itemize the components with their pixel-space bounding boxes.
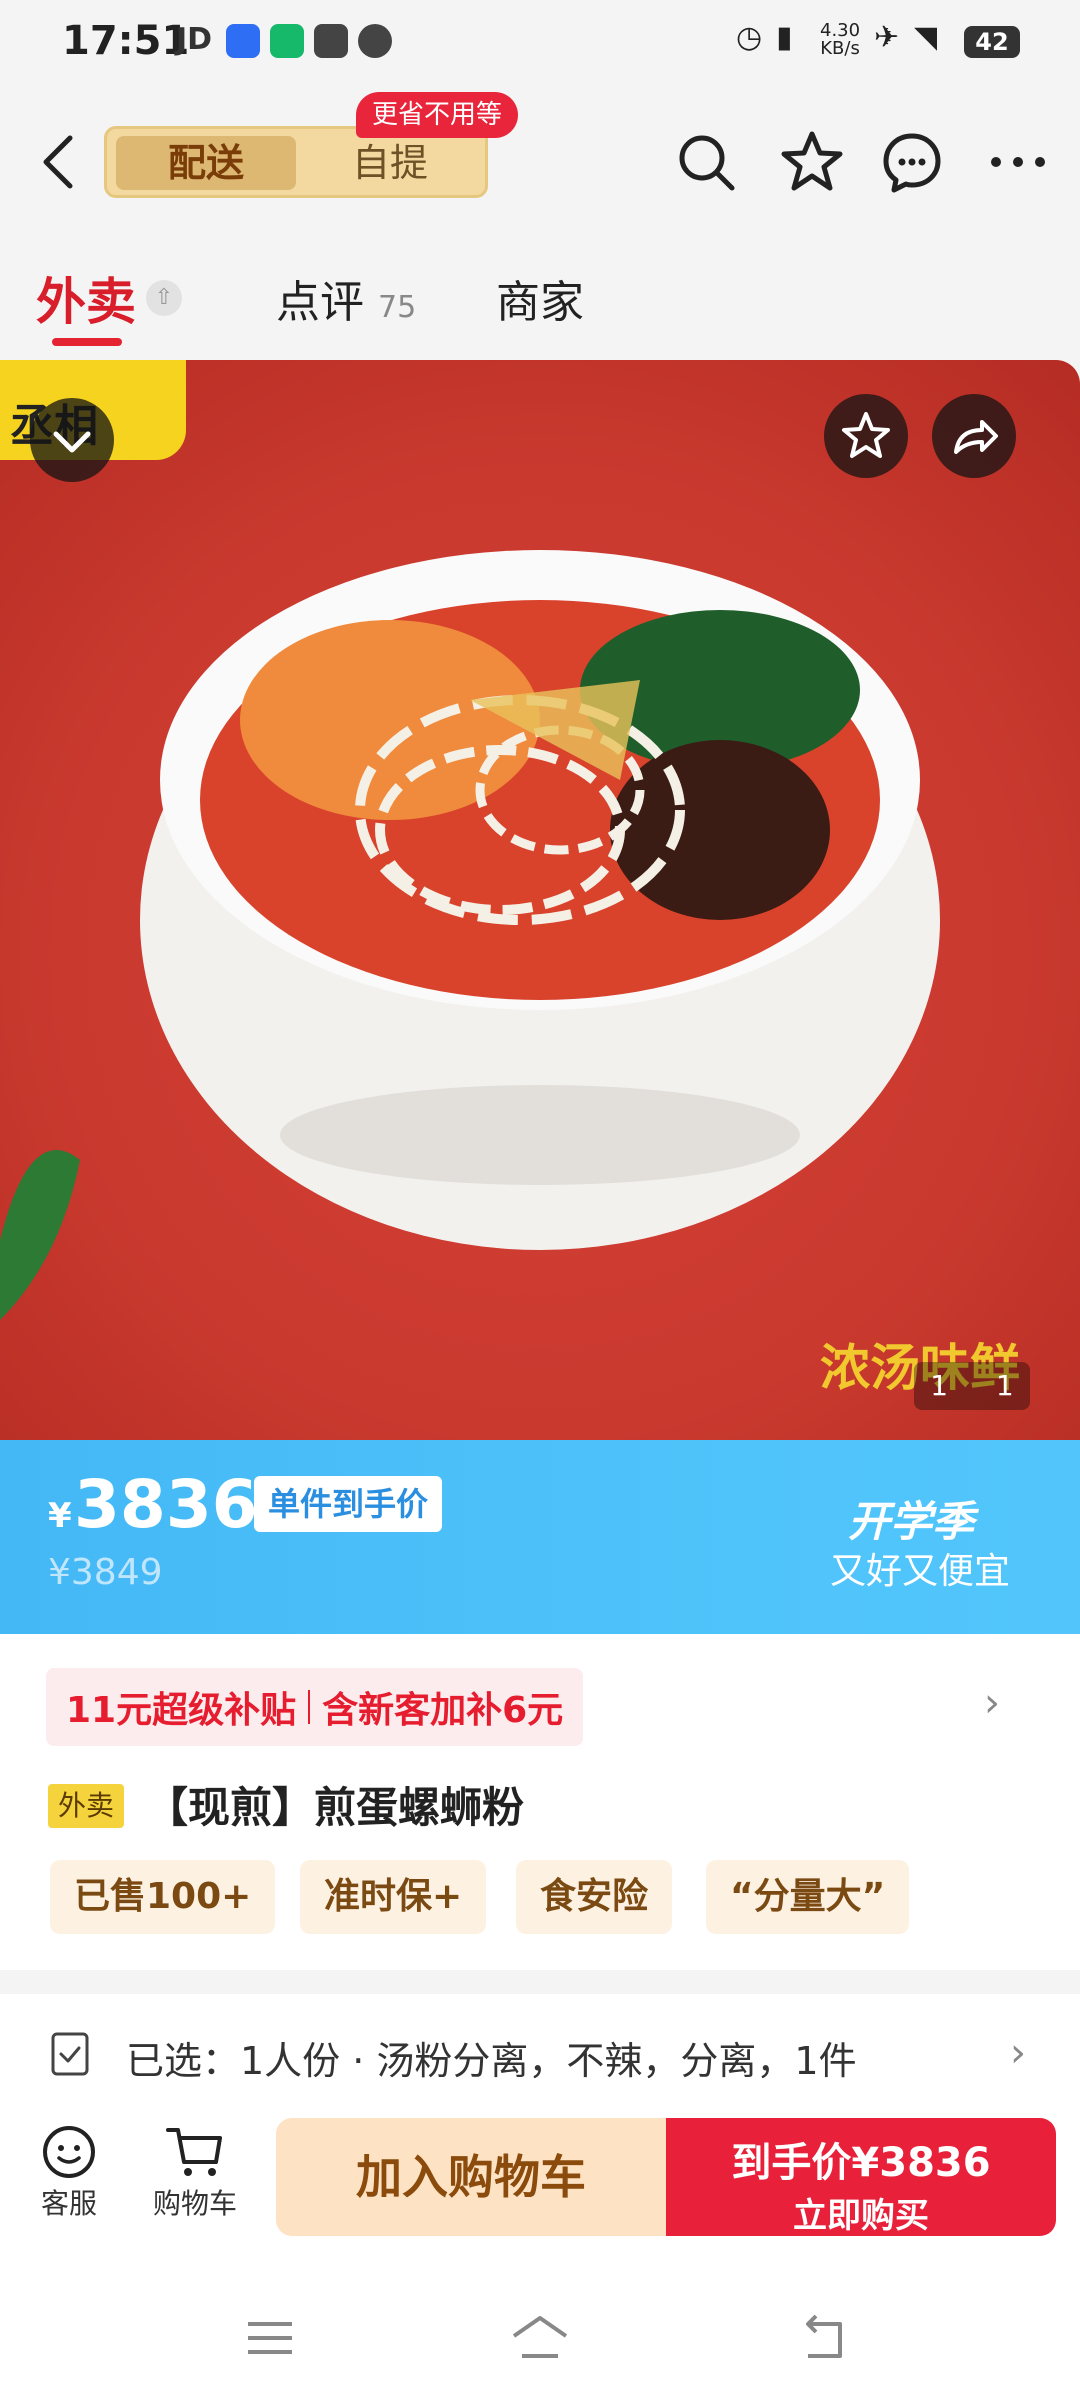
vibrate-icon: ▮ xyxy=(776,20,793,55)
status-carrier-label: JD xyxy=(176,22,213,57)
add-to-cart-button[interactable]: 加入购物车 xyxy=(276,2118,666,2236)
app-notification-icon xyxy=(226,24,260,58)
status-time: 17:51 xyxy=(62,18,190,64)
share-button[interactable] xyxy=(932,394,1016,478)
tab-takeout[interactable]: 外卖 xyxy=(36,262,136,334)
checklist-icon xyxy=(51,2032,89,2076)
customer-service-button[interactable]: 客服 xyxy=(14,2122,124,2222)
tab-reviews-count: 75 xyxy=(378,290,417,325)
sim-icon xyxy=(314,24,348,58)
menu-icon[interactable] xyxy=(244,2318,296,2358)
chevron-right-icon[interactable]: › xyxy=(984,1680,1000,1726)
price-currency: ¥ xyxy=(48,1496,72,1536)
image-counter-total: 1 xyxy=(995,1369,1014,1402)
product-title: 【现煎】煎蛋螺蛳粉 xyxy=(146,1783,525,1832)
alarm-icon: ◷ xyxy=(736,20,763,55)
original-price: ¥3849 xyxy=(48,1552,163,1593)
price-amount: 3836 xyxy=(74,1466,258,1543)
chat-icon[interactable] xyxy=(878,128,946,196)
tab-merchant[interactable]: 商家 xyxy=(496,266,584,330)
tag-insurance: 食安险 xyxy=(516,1860,673,1934)
favorite-button[interactable] xyxy=(824,394,908,478)
airplane-icon: ✈ xyxy=(874,20,900,55)
tag-sold: 已售100+ xyxy=(50,1860,276,1934)
net-speed: 4.30 KB/s xyxy=(820,22,860,58)
tab-reviews-label: 点评 xyxy=(276,277,364,328)
tab-reviews[interactable]: 点评 75 xyxy=(276,266,416,330)
image-counter: 1 1 xyxy=(914,1362,1030,1410)
product-image[interactable] xyxy=(0,360,1080,1440)
buy-now-button[interactable]: 到手价¥3836 立即购买 xyxy=(666,2118,1056,2236)
noodle-bowl-illustration xyxy=(0,550,940,1320)
star-icon[interactable] xyxy=(778,128,846,196)
back-nav-icon[interactable] xyxy=(796,2314,852,2364)
home-icon[interactable] xyxy=(508,2312,572,2364)
pickup-badge: 更省不用等 xyxy=(356,92,519,138)
subsidy-main: 11元超级补贴 xyxy=(66,1690,297,1731)
channel-badge: 外卖 xyxy=(48,1784,125,1828)
back-icon[interactable] xyxy=(34,132,84,192)
tab-underline xyxy=(52,338,122,346)
shopping-cart-icon xyxy=(166,2128,222,2176)
buy-price: 到手价¥3836 xyxy=(731,2140,991,2186)
promo-title: 开学季 xyxy=(848,1497,975,1546)
wifi-notification-icon xyxy=(270,24,304,58)
selected-options-text: 已选：1人份 · 汤粉分离，不辣，分离，1件 xyxy=(126,2039,857,2083)
search-icon[interactable] xyxy=(672,128,740,196)
buy-now-label: 立即购买 xyxy=(793,2196,929,2236)
image-counter-current: 1 xyxy=(930,1369,949,1402)
segment-pickup[interactable]: 自提 xyxy=(310,136,470,190)
subsidy-banner[interactable]: 11元超级补贴 含新客加补6元 xyxy=(46,1668,584,1746)
share-icon xyxy=(954,420,998,454)
promo-subtitle: 又好又便宜 xyxy=(830,1551,1011,1592)
wifi-icon: ◥ xyxy=(914,20,938,55)
customer-service-label: 客服 xyxy=(40,2187,97,2220)
price-tag: 单件到手价 xyxy=(254,1476,443,1532)
chevron-right-icon[interactable]: › xyxy=(1010,2030,1026,2076)
collapse-button[interactable] xyxy=(30,398,114,482)
battery-indicator: 42 xyxy=(964,26,1020,58)
cart-label: 购物车 xyxy=(152,2187,237,2220)
subsidy-divider xyxy=(308,1690,311,1724)
subsidy-extra: 含新客加补6元 xyxy=(322,1690,564,1731)
segment-delivery[interactable]: 配送 xyxy=(116,136,296,190)
customer-service-icon xyxy=(43,2126,95,2178)
more-icon[interactable] xyxy=(984,128,1052,196)
cart-shortcut-button[interactable]: 购物车 xyxy=(140,2122,250,2222)
chevron-down-icon xyxy=(53,431,91,453)
notification-icon xyxy=(358,24,392,58)
tag-ontime: 准时保+ xyxy=(300,1860,487,1934)
star-icon xyxy=(842,412,890,458)
tag-portion: “分量大” xyxy=(706,1860,910,1934)
net-speed-unit: KB/s xyxy=(820,38,860,59)
tab-collapse-icon[interactable]: ⇧ xyxy=(146,280,182,316)
